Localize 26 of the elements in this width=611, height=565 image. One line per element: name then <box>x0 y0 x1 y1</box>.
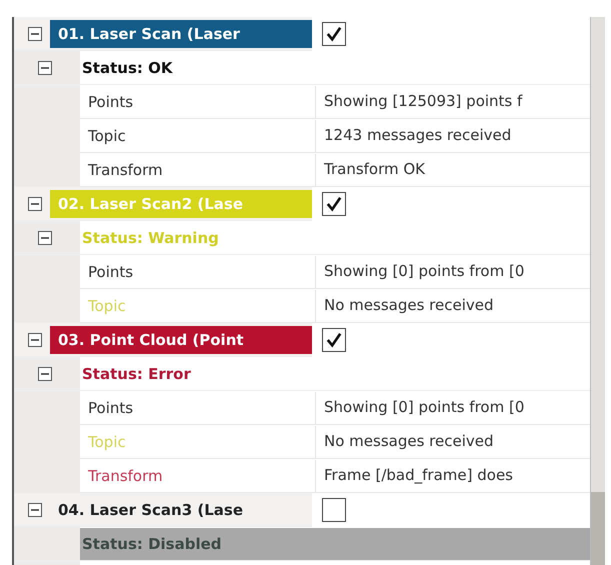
status-label: Status: OK <box>81 58 174 78</box>
property-name: Points <box>80 86 316 118</box>
checkbox[interactable] <box>322 498 346 522</box>
collapse-icon[interactable] <box>28 332 42 346</box>
collapse-icon[interactable] <box>38 366 52 380</box>
checkbox[interactable] <box>322 192 346 216</box>
scrollbar[interactable] <box>590 17 605 565</box>
collapse-icon[interactable] <box>28 502 42 516</box>
display-label[interactable]: 01. Laser Scan (Laser <box>50 20 312 48</box>
display-label[interactable]: 03. Point Cloud (Point <box>50 326 312 354</box>
status-label: Status: Error <box>81 364 192 384</box>
collapse-icon[interactable] <box>38 60 52 74</box>
property-name: Transform <box>80 154 316 186</box>
collapse-icon[interactable] <box>28 196 42 210</box>
property-name: Points <box>80 256 316 288</box>
status-label: Status: Disabled <box>80 528 590 560</box>
property-name: Topic <box>80 120 316 152</box>
collapse-icon[interactable] <box>38 230 52 244</box>
checkbox[interactable] <box>322 328 346 352</box>
property-name: Topic <box>80 426 316 458</box>
property-name: Transform <box>80 460 316 492</box>
checkbox[interactable] <box>322 22 346 46</box>
property-name: Topic <box>80 290 316 322</box>
property-name: Points <box>80 392 316 424</box>
status-label: Status: Warning <box>81 228 220 248</box>
collapse-icon[interactable] <box>28 26 42 40</box>
